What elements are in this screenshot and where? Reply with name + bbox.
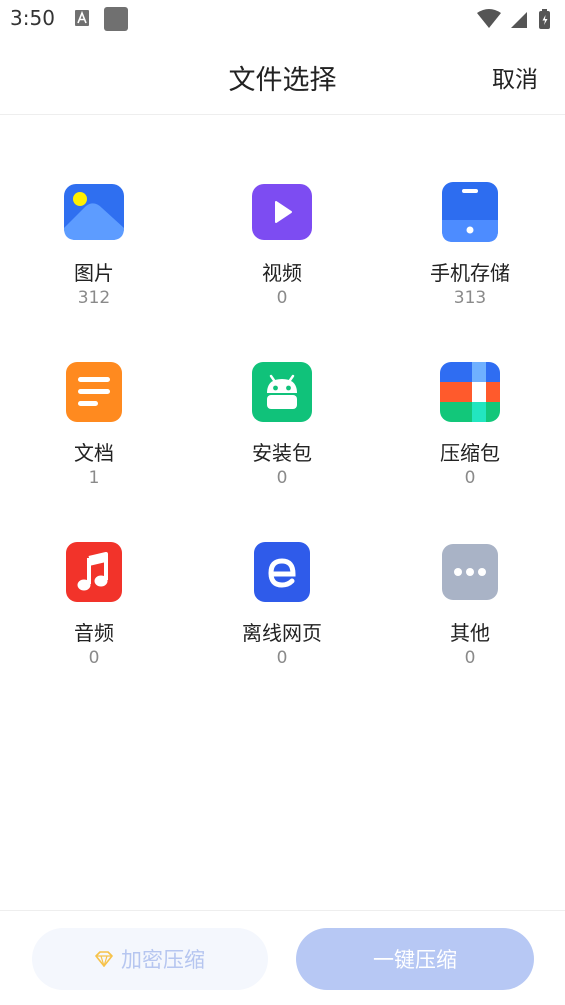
image-icon	[64, 184, 124, 240]
category-count: 0	[88, 648, 100, 668]
status-time: 3:50	[10, 6, 55, 30]
video-icon	[252, 184, 312, 240]
category-phone-storage[interactable]: 手机存储 313	[376, 182, 564, 352]
category-other[interactable]: 其他 0	[376, 542, 564, 712]
category-count: 313	[453, 288, 487, 308]
category-archives[interactable]: 压缩包 0	[376, 362, 564, 532]
category-count: 0	[464, 468, 476, 488]
category-count: 0	[464, 648, 476, 668]
category-label: 视频	[262, 261, 302, 285]
status-bar: 3:50	[0, 0, 565, 38]
encrypt-compress-button[interactable]: 加密压缩	[32, 928, 268, 990]
category-label: 文档	[74, 441, 114, 465]
category-count: 0	[276, 288, 288, 308]
diamond-icon	[95, 951, 113, 967]
document-icon	[66, 362, 122, 422]
category-count: 0	[276, 468, 288, 488]
encrypt-compress-label: 加密压缩	[121, 948, 205, 972]
category-apks[interactable]: 安装包 0	[188, 362, 376, 532]
header: 文件选择 取消	[0, 38, 565, 115]
category-count: 1	[88, 468, 100, 488]
category-count: 312	[77, 288, 111, 308]
category-label: 音频	[74, 621, 114, 645]
one-click-compress-label: 一键压缩	[373, 948, 457, 972]
category-label: 图片	[74, 261, 114, 285]
signal-battery-icons	[477, 9, 550, 29]
notification-square-icon	[104, 7, 128, 31]
bottom-action-bar: 加密压缩 一键压缩	[0, 910, 565, 1005]
category-audio[interactable]: 音频 0	[0, 542, 188, 712]
phone-storage-icon	[442, 182, 498, 242]
one-click-compress-button[interactable]: 一键压缩	[296, 928, 534, 990]
category-offline-web[interactable]: 离线网页 0	[188, 542, 376, 712]
font-a-icon	[75, 10, 89, 26]
category-count: 0	[276, 648, 288, 668]
category-images[interactable]: 图片 312	[0, 182, 188, 352]
category-documents[interactable]: 文档 1	[0, 362, 188, 532]
web-icon	[254, 542, 310, 602]
category-label: 压缩包	[440, 441, 500, 465]
page-title: 文件选择	[228, 65, 337, 96]
more-icon	[442, 544, 498, 600]
archive-icon	[440, 362, 500, 422]
android-icon	[252, 362, 312, 422]
category-videos[interactable]: 视频 0	[188, 182, 376, 352]
category-label: 离线网页	[242, 621, 322, 645]
category-label: 安装包	[252, 441, 312, 465]
cancel-button[interactable]: 取消	[492, 60, 538, 94]
category-label: 手机存储	[430, 261, 510, 285]
music-icon	[66, 542, 122, 602]
category-label: 其他	[450, 621, 490, 645]
